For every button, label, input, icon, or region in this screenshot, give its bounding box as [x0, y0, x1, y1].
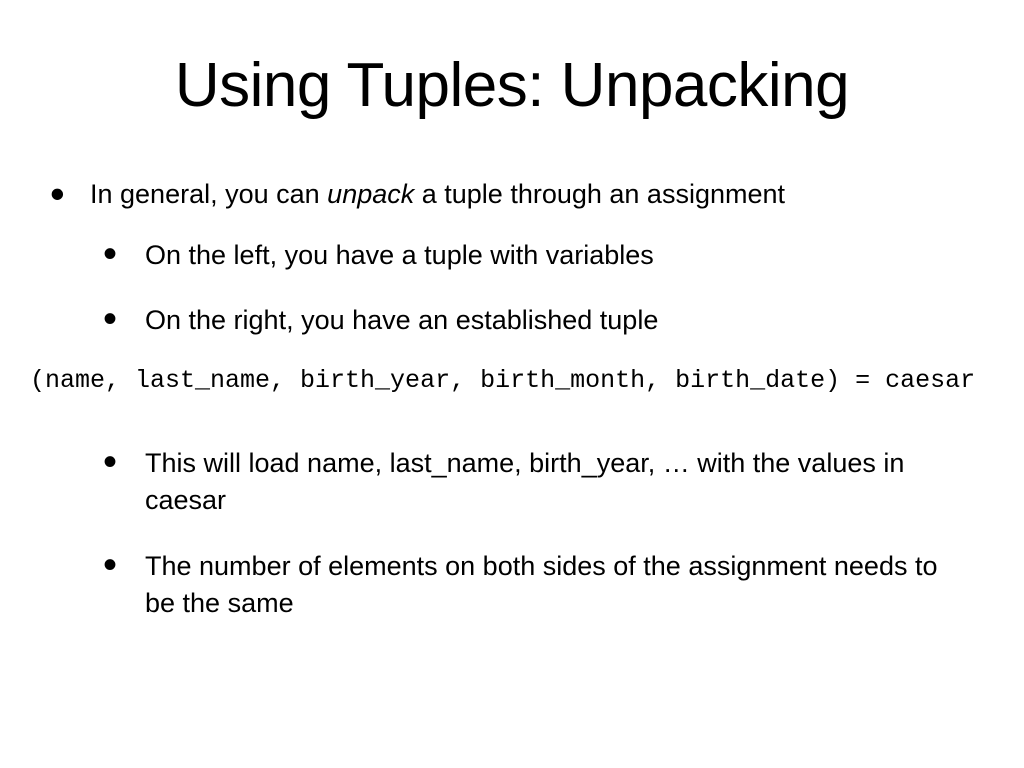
sub-bullet: The number of elements on both sides of …	[145, 548, 974, 621]
inner-bullet-list-2: This will load name, last_name, birth_ye…	[50, 445, 974, 621]
text-fragment: a tuple through an assignment	[414, 179, 785, 209]
slide-title: Using Tuples: Unpacking	[50, 50, 974, 121]
sub-bullet: On the left, you have a tuple with varia…	[145, 237, 974, 273]
code-example: (name, last_name, birth_year, birth_mont…	[30, 366, 974, 395]
text-fragment: In general, you can	[90, 179, 327, 209]
sub-bullet: This will load name, last_name, birth_ye…	[145, 445, 974, 518]
inner-bullet-list-1: On the left, you have a tuple with varia…	[90, 237, 974, 338]
bullet-main: In general, you can unpack a tuple throu…	[90, 176, 974, 338]
sub-bullet: On the right, you have an established tu…	[145, 302, 974, 338]
outer-bullet-list: In general, you can unpack a tuple throu…	[50, 176, 974, 338]
text-emphasis: unpack	[327, 179, 414, 209]
bullet-main-text: In general, you can unpack a tuple throu…	[90, 179, 785, 209]
